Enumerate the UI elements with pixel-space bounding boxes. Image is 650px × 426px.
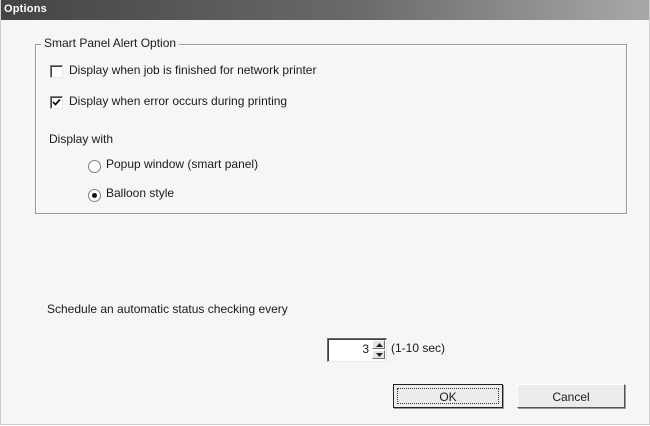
ok-button[interactable]: OK bbox=[393, 384, 503, 408]
radio-popup-window-label[interactable]: Popup window (smart panel) bbox=[106, 157, 258, 171]
checkbox-job-finished[interactable] bbox=[50, 65, 63, 78]
spin-up-button[interactable] bbox=[372, 340, 385, 349]
radio-selected-dot bbox=[92, 193, 97, 198]
checkmark-icon bbox=[52, 98, 61, 106]
radio-balloon-style-label[interactable]: Balloon style bbox=[106, 186, 174, 200]
interval-value[interactable]: 3 bbox=[362, 342, 369, 356]
group-title: Smart Panel Alert Option bbox=[41, 36, 180, 50]
arrow-down-icon bbox=[376, 353, 383, 357]
title-bar[interactable]: Options bbox=[1, 0, 649, 20]
radio-balloon-style[interactable] bbox=[88, 189, 101, 202]
interval-stepper[interactable]: 3 bbox=[327, 338, 387, 362]
interval-range-hint: (1-10 sec) bbox=[391, 341, 446, 355]
radio-popup-window[interactable] bbox=[88, 160, 101, 173]
checkbox-error-occurs-label[interactable]: Display when error occurs during printin… bbox=[69, 94, 287, 108]
cancel-button[interactable]: Cancel bbox=[517, 384, 625, 408]
schedule-label: Schedule an automatic status checking ev… bbox=[47, 302, 288, 316]
spin-buttons bbox=[372, 340, 385, 359]
arrow-up-icon bbox=[376, 343, 383, 347]
window-title: Options bbox=[4, 3, 47, 15]
ok-button-label: OK bbox=[439, 390, 457, 404]
spin-down-button[interactable] bbox=[372, 350, 385, 359]
display-with-label: Display with bbox=[49, 132, 114, 146]
checkbox-job-finished-label[interactable]: Display when job is finished for network… bbox=[69, 63, 316, 77]
checkbox-error-occurs[interactable] bbox=[50, 96, 63, 109]
cancel-button-label: Cancel bbox=[552, 390, 590, 404]
options-dialog: Options Smart Panel Alert Option Display… bbox=[0, 0, 650, 425]
